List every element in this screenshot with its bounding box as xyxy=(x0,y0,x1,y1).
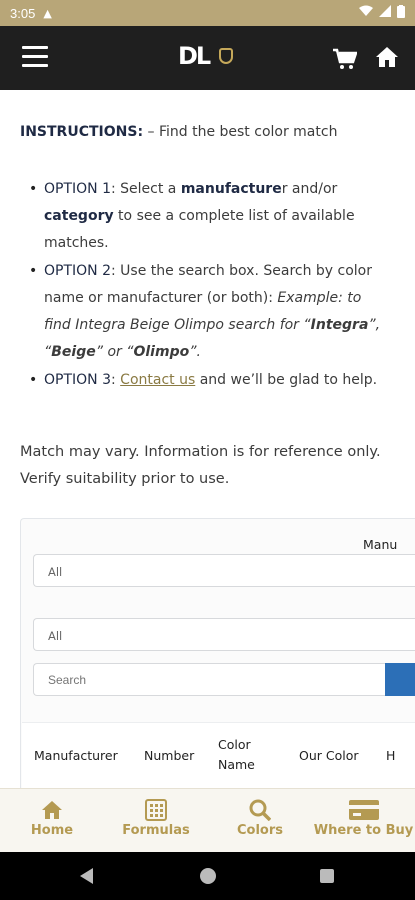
back-icon[interactable] xyxy=(80,868,93,884)
table-header: Manufacturer Number Color Name Our Color… xyxy=(22,722,415,790)
manufacturer-select[interactable]: All xyxy=(33,554,415,587)
recent-apps-icon[interactable] xyxy=(320,869,334,883)
example-beige: Beige xyxy=(51,344,96,360)
instructions-line: INSTRUCTIONS: – Find the best color matc… xyxy=(20,121,400,143)
option-1-label: OPTION 1 xyxy=(44,181,111,197)
nav-where-to-buy[interactable]: Where to Buy xyxy=(312,797,415,838)
calculator-icon xyxy=(120,797,192,823)
signal-icon xyxy=(379,5,391,21)
nav-home-label: Home xyxy=(30,823,74,838)
menu-icon[interactable] xyxy=(22,46,48,68)
home-icon xyxy=(22,797,82,823)
option-1-text: : Select a xyxy=(111,181,181,197)
content-area: INSTRUCTIONS: – Find the best color matc… xyxy=(0,90,415,790)
option-3-item: OPTION 3: Contact us and we’ll be glad t… xyxy=(29,367,389,394)
instructions-label: INSTRUCTIONS: xyxy=(20,124,144,140)
search-button[interactable] xyxy=(385,663,415,696)
option-1-keyword-category: category xyxy=(44,208,114,224)
column-header-color-name[interactable]: Color Name xyxy=(218,735,278,775)
nav-colors-label: Colors xyxy=(236,823,283,838)
shield-icon xyxy=(219,48,234,64)
example-olimpo: Olimpo xyxy=(133,344,190,360)
option-3-label: OPTION 3 xyxy=(44,372,111,388)
manufacturer-filter-label: Manu xyxy=(363,537,398,552)
category-select[interactable]: All xyxy=(33,618,415,651)
brand-logo[interactable]: DL xyxy=(178,42,234,70)
nav-colors[interactable]: Colors xyxy=(230,797,290,838)
search-input[interactable] xyxy=(33,663,415,696)
column-header-our-color[interactable]: Our Color xyxy=(299,748,359,763)
status-bar: 3:05 ▲ xyxy=(0,0,415,26)
column-header-number[interactable]: Number xyxy=(144,748,194,763)
notification-icon: ▲ xyxy=(43,6,52,20)
option-3-text-2: and we’ll be glad to help. xyxy=(195,372,378,388)
search-icon xyxy=(230,797,290,823)
credit-card-icon xyxy=(312,797,415,823)
example-sep-2: ” or “ xyxy=(95,344,134,360)
status-time: 3:05 xyxy=(10,5,36,21)
battery-icon xyxy=(397,4,405,22)
wifi-icon xyxy=(359,5,373,21)
instructions-text: – Find the best color match xyxy=(143,124,338,140)
example-end: ”. xyxy=(189,344,201,360)
contact-us-link[interactable]: Contact us xyxy=(120,372,195,388)
home-icon[interactable] xyxy=(375,46,399,72)
nav-home[interactable]: Home xyxy=(22,797,82,838)
option-1-text-2: r and/or xyxy=(281,181,338,197)
filter-panel: Manu All All Manufacturer Number Color N… xyxy=(20,518,415,790)
bottom-navigation: Home Formulas Colors Where to Buy xyxy=(0,788,415,852)
logo-text: DL xyxy=(178,42,211,70)
column-header-manufacturer[interactable]: Manufacturer xyxy=(34,748,118,763)
example-integra: Integra xyxy=(310,317,369,333)
option-2-item: OPTION 2: Use the search box. Search by … xyxy=(29,258,389,367)
option-2-label: OPTION 2 xyxy=(44,263,111,279)
app-bar: DL xyxy=(0,26,415,90)
nav-formulas[interactable]: Formulas xyxy=(120,797,192,838)
cart-icon[interactable] xyxy=(333,48,358,74)
system-navigation-bar xyxy=(0,852,415,900)
option-1-keyword-manufacturer: manufacture xyxy=(180,181,282,197)
option-3-text: : xyxy=(111,372,121,388)
option-1-item: OPTION 1: Select a manufacturer and/or c… xyxy=(29,176,389,258)
column-header-more[interactable]: H xyxy=(386,748,395,763)
nav-formulas-label: Formulas xyxy=(122,823,190,838)
options-list: OPTION 1: Select a manufacturer and/or c… xyxy=(29,176,389,394)
system-home-icon[interactable] xyxy=(200,868,216,884)
status-icons xyxy=(359,4,405,22)
disclaimer-text: Match may vary. Information is for refer… xyxy=(20,444,381,487)
nav-where-to-buy-label: Where to Buy xyxy=(313,823,414,838)
